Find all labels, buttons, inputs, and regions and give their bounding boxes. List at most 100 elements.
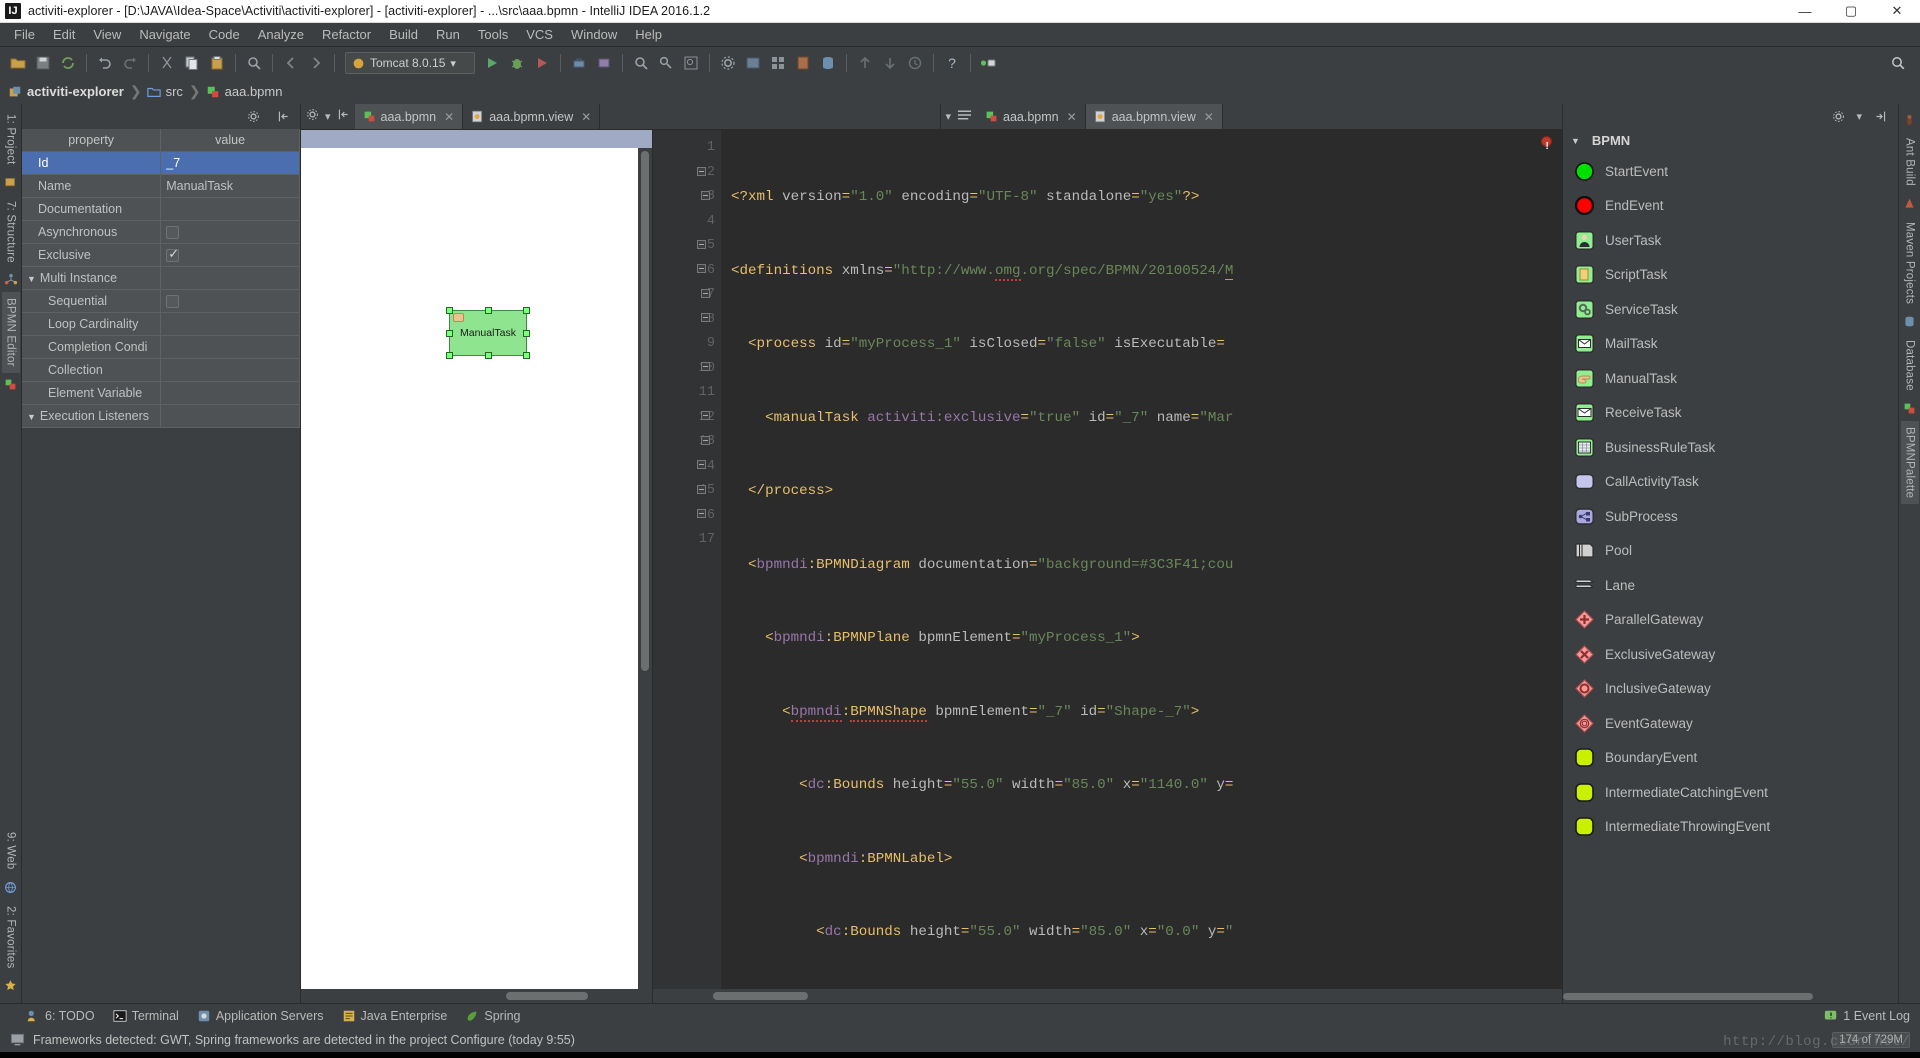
table-row[interactable]: Documentation [22, 197, 300, 221]
bpmn-canvas[interactable]: ManualTask [301, 148, 638, 989]
menu-edit[interactable]: Edit [44, 24, 84, 45]
menu-analyze[interactable]: Analyze [249, 24, 313, 45]
sequential-checkbox[interactable] [166, 294, 180, 308]
tab-aaa-bpmn-view-left[interactable]: aaa.bpmn.view ✕ [463, 104, 601, 129]
forward-nav-icon[interactable] [304, 51, 328, 75]
resize-handle-s[interactable] [484, 352, 492, 359]
sidebar-item-maven-projects[interactable]: Maven Projects [1901, 216, 1919, 310]
settings-gear-icon[interactable] [716, 51, 740, 75]
tab-aaa-bpmn-right[interactable]: aaa.bpmn ✕ [977, 104, 1086, 129]
close-icon[interactable]: ✕ [1204, 110, 1214, 124]
resize-handle-e[interactable] [523, 329, 530, 337]
help-icon[interactable]: ? [940, 51, 964, 75]
close-icon[interactable]: ✕ [444, 110, 454, 124]
bottom-tool-application-servers[interactable]: Application Servers [197, 1009, 324, 1023]
sidebar-item-web[interactable]: 9: Web [2, 826, 20, 875]
project-structure-icon[interactable] [741, 51, 765, 75]
resize-handle-se[interactable] [523, 352, 530, 359]
resize-handle-sw[interactable] [446, 352, 453, 359]
palette-item-callactivitytask[interactable]: CallActivityTask [1563, 465, 1898, 500]
run-configuration-selector[interactable]: Tomcat 8.0.15 ▾ [345, 52, 475, 74]
chevron-down-icon[interactable]: ▾ [1856, 110, 1862, 123]
sidebar-item-bpmn-editor[interactable]: BPMN Editor [1, 292, 20, 374]
copy-icon[interactable] [180, 51, 204, 75]
menu-build[interactable]: Build [380, 24, 427, 45]
resize-handle-w[interactable] [446, 329, 453, 337]
close-button[interactable]: ✕ [1874, 0, 1920, 22]
error-marker-icon[interactable] [1541, 135, 1552, 160]
tab-list-icon[interactable] [957, 108, 972, 126]
vcs-commit-icon[interactable] [878, 51, 902, 75]
chevron-down-icon[interactable]: ▼ [27, 412, 36, 422]
search-icon[interactable] [1886, 51, 1910, 75]
table-row[interactable]: Sequential [22, 289, 300, 313]
bottom-tool-terminal[interactable]: Terminal [113, 1009, 179, 1023]
find-in-path-icon[interactable] [679, 51, 703, 75]
find-icon[interactable] [242, 51, 266, 75]
property-value[interactable] [160, 381, 300, 405]
db-icon[interactable] [816, 51, 840, 75]
back-nav-icon[interactable] [279, 51, 303, 75]
palette-item-exclusivegateway[interactable]: ExclusiveGateway [1563, 637, 1898, 672]
chevron-down-icon[interactable]: ▾ [325, 110, 331, 123]
palette-item-startevent[interactable]: StartEvent [1563, 154, 1898, 189]
palette-item-endevent[interactable]: EndEvent [1563, 189, 1898, 224]
run-button[interactable] [480, 51, 504, 75]
xml-code-content[interactable]: <?xml version="1.0" encoding="UTF-8" sta… [721, 130, 1562, 989]
property-value[interactable] [160, 335, 300, 359]
palette-item-manualtask[interactable]: ManualTask [1563, 361, 1898, 396]
fold-toggle-icon[interactable] [697, 167, 706, 176]
property-value[interactable] [160, 197, 300, 221]
properties-hide-panel-icon[interactable] [271, 105, 295, 129]
menu-code[interactable]: Code [200, 24, 249, 45]
resize-handle-n[interactable] [484, 307, 492, 314]
build-project-icon[interactable] [567, 51, 591, 75]
table-row[interactable]: Completion Condi [22, 335, 300, 359]
vcs-update-icon[interactable] [853, 51, 877, 75]
table-row[interactable]: ▼ Multi Instance [22, 266, 300, 290]
palette-item-subprocess[interactable]: SubProcess [1563, 499, 1898, 534]
sidebar-item-ant-build[interactable]: Ant Build [1901, 132, 1919, 192]
replace-icon[interactable] [654, 51, 678, 75]
grid-icon[interactable] [766, 51, 790, 75]
property-value[interactable] [160, 289, 300, 313]
palette-item-pool[interactable]: Pool [1563, 534, 1898, 569]
exclusive-checkbox[interactable] [166, 246, 180, 262]
sidebar-item-bpmnpalette[interactable]: BPMNPalette [1900, 420, 1919, 504]
properties-settings-gear-icon[interactable] [241, 105, 265, 129]
chevron-down-icon[interactable]: ▾ [946, 110, 952, 123]
property-value[interactable] [160, 266, 300, 290]
undo-icon[interactable] [93, 51, 117, 75]
palette-horizontal-scrollbar[interactable] [1563, 990, 1898, 1003]
asynchronous-checkbox[interactable] [166, 225, 180, 239]
breadcrumb-file[interactable]: aaa.bpmn [206, 84, 288, 99]
chevron-down-icon[interactable]: ▼ [1571, 136, 1580, 146]
palette-item-boundaryevent[interactable]: BoundaryEvent [1563, 741, 1898, 776]
property-value[interactable]: _7 [160, 151, 300, 175]
sdk-manager-icon[interactable] [791, 51, 815, 75]
breadcrumb-project[interactable]: activiti-explorer [8, 84, 129, 99]
palette-item-mailtask[interactable]: MailTask [1563, 327, 1898, 362]
chevron-down-icon[interactable]: ▼ [27, 274, 36, 284]
table-row[interactable]: Name ManualTask [22, 174, 300, 198]
palette-item-intermediatethrowingevent[interactable]: IntermediateThrowingEvent [1563, 810, 1898, 845]
close-icon[interactable]: ✕ [1067, 110, 1077, 124]
fold-toggle-icon[interactable] [697, 509, 706, 518]
palette-item-businessruletask[interactable]: BusinessRuleTask [1563, 430, 1898, 465]
sidebar-item-project[interactable]: 1: Project [2, 108, 20, 171]
chevron-down-icon[interactable]: ▾ [450, 57, 456, 70]
table-row[interactable]: Exclusive [22, 243, 300, 267]
fold-toggle-icon[interactable] [701, 436, 710, 445]
minimize-button[interactable]: — [1782, 0, 1828, 22]
resize-handle-nw[interactable] [446, 307, 453, 314]
debug-button[interactable] [505, 51, 529, 75]
palette-item-scripttask[interactable]: ScriptTask [1563, 258, 1898, 293]
menu-file[interactable]: File [5, 24, 44, 45]
xml-horizontal-scrollbar[interactable] [653, 989, 1562, 1003]
palette-settings-gear-icon[interactable] [1826, 105, 1850, 129]
diagram-horizontal-scrollbar[interactable] [301, 989, 652, 1003]
fold-toggle-icon[interactable] [697, 240, 706, 249]
property-value[interactable] [160, 220, 300, 244]
property-value[interactable] [160, 358, 300, 382]
fold-toggle-icon[interactable] [701, 362, 710, 371]
